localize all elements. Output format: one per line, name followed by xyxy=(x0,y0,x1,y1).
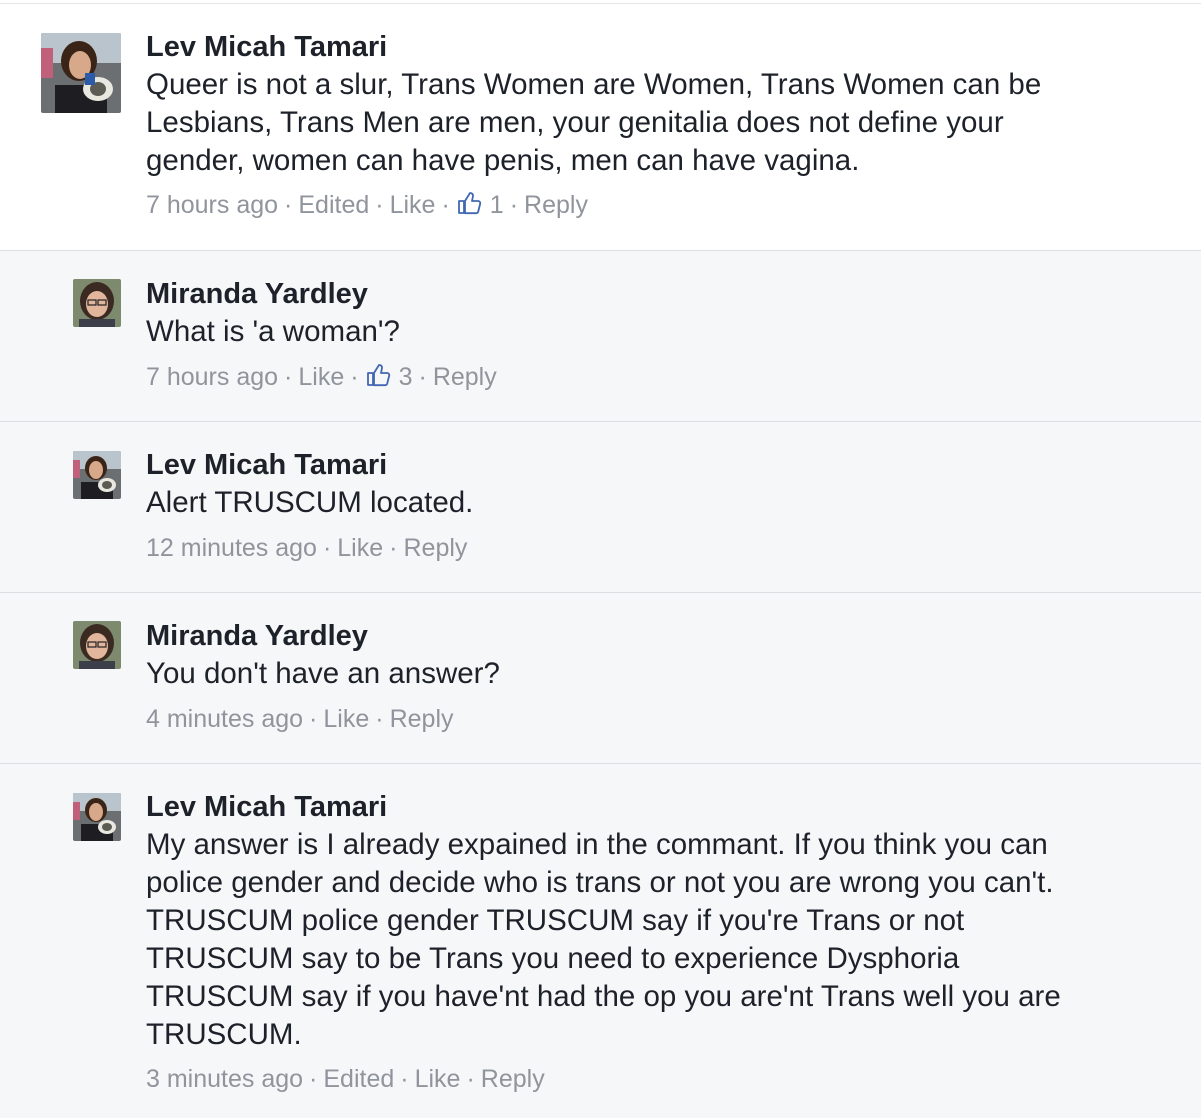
separator: · xyxy=(284,363,293,392)
separator: · xyxy=(418,363,427,392)
comment-meta: 7 hours ago · Edited · Like · 1 · Reply xyxy=(146,189,588,220)
comment-text: Queer is not a slur, Trans Women are Wom… xyxy=(146,68,1042,177)
reply-comment: Lev Micah Tamari Alert TRUSCUM located. … xyxy=(0,421,1201,593)
avatar-megaphone-photo-icon xyxy=(73,451,121,499)
separator: · xyxy=(309,705,318,734)
reply-comment: Lev Micah Tamari My answer is I already … xyxy=(0,763,1201,1118)
comment: Lev Micah Tamari Queer is not a slur, Tr… xyxy=(0,3,1201,251)
separator: · xyxy=(509,191,519,220)
thumbs-up-icon xyxy=(365,362,391,388)
reply-button[interactable]: Reply xyxy=(433,362,497,392)
like-button[interactable]: Like xyxy=(323,704,369,734)
comment-timestamp[interactable]: 4 minutes ago xyxy=(146,704,303,734)
like-count[interactable]: 3 xyxy=(399,362,413,392)
separator: · xyxy=(350,363,359,392)
comment-author[interactable]: Lev Micah Tamari xyxy=(146,446,387,484)
avatar-portrait-photo-icon xyxy=(73,279,121,327)
avatar[interactable] xyxy=(73,793,121,841)
separator: · xyxy=(322,534,332,563)
comment-author[interactable]: Miranda Yardley xyxy=(146,275,368,313)
reply-button[interactable]: Reply xyxy=(403,533,467,563)
like-button[interactable]: Like xyxy=(298,362,344,392)
comment-author[interactable]: Lev Micah Tamari xyxy=(146,788,387,826)
comment-timestamp[interactable]: 12 minutes ago xyxy=(146,533,317,563)
reply-button[interactable]: Reply xyxy=(481,1064,545,1094)
like-count[interactable]: 1 xyxy=(490,190,504,220)
comment-meta: 12 minutes ago · Like · Reply xyxy=(146,532,467,563)
avatar[interactable] xyxy=(41,33,121,113)
like-button[interactable]: Like xyxy=(337,533,383,563)
reply-comment: Miranda Yardley You don't have an answer… xyxy=(0,592,1201,764)
comment-author[interactable]: Lev Micah Tamari xyxy=(146,28,387,66)
comment-text: You don't have an answer? xyxy=(146,657,500,690)
reply-comment: Miranda Yardley What is 'a woman'? 7 hou… xyxy=(0,250,1201,422)
edited-label[interactable]: Edited xyxy=(298,190,369,220)
comment-timestamp[interactable]: 7 hours ago xyxy=(146,362,278,392)
comment-text: Alert TRUSCUM located. xyxy=(146,486,474,519)
comment-meta: 3 minutes ago · Edited · Like · Reply xyxy=(146,1063,545,1094)
avatar[interactable] xyxy=(73,451,121,499)
separator: · xyxy=(441,191,450,220)
comment-meta: 7 hours ago · Like · 3 · Reply xyxy=(146,361,497,392)
thumbs-up-icon xyxy=(456,190,482,216)
avatar-megaphone-photo-icon xyxy=(73,793,121,841)
separator: · xyxy=(284,191,293,220)
comment-timestamp[interactable]: 3 minutes ago xyxy=(146,1064,303,1094)
separator: · xyxy=(400,1065,409,1094)
separator: · xyxy=(375,191,384,220)
comment-thread: Lev Micah Tamari Queer is not a slur, Tr… xyxy=(0,0,1201,1118)
like-button[interactable]: Like xyxy=(390,190,436,220)
avatar-portrait-photo-icon xyxy=(73,621,121,669)
avatar[interactable] xyxy=(73,279,121,327)
edited-label[interactable]: Edited xyxy=(323,1064,394,1094)
comment-meta: 4 minutes ago · Like · Reply xyxy=(146,703,454,734)
avatar-megaphone-photo-icon xyxy=(41,33,121,113)
comment-timestamp[interactable]: 7 hours ago xyxy=(146,190,278,220)
separator: · xyxy=(309,1065,318,1094)
reply-button[interactable]: Reply xyxy=(390,704,454,734)
comment-text: My answer is I already expained in the c… xyxy=(146,828,1061,1051)
like-button[interactable]: Like xyxy=(415,1064,461,1094)
comment-text: What is 'a woman'? xyxy=(146,315,400,348)
separator: · xyxy=(389,534,398,563)
comment-author[interactable]: Miranda Yardley xyxy=(146,617,368,655)
separator: · xyxy=(466,1065,475,1094)
reply-button[interactable]: Reply xyxy=(524,190,588,220)
separator: · xyxy=(375,705,384,734)
avatar[interactable] xyxy=(73,621,121,669)
